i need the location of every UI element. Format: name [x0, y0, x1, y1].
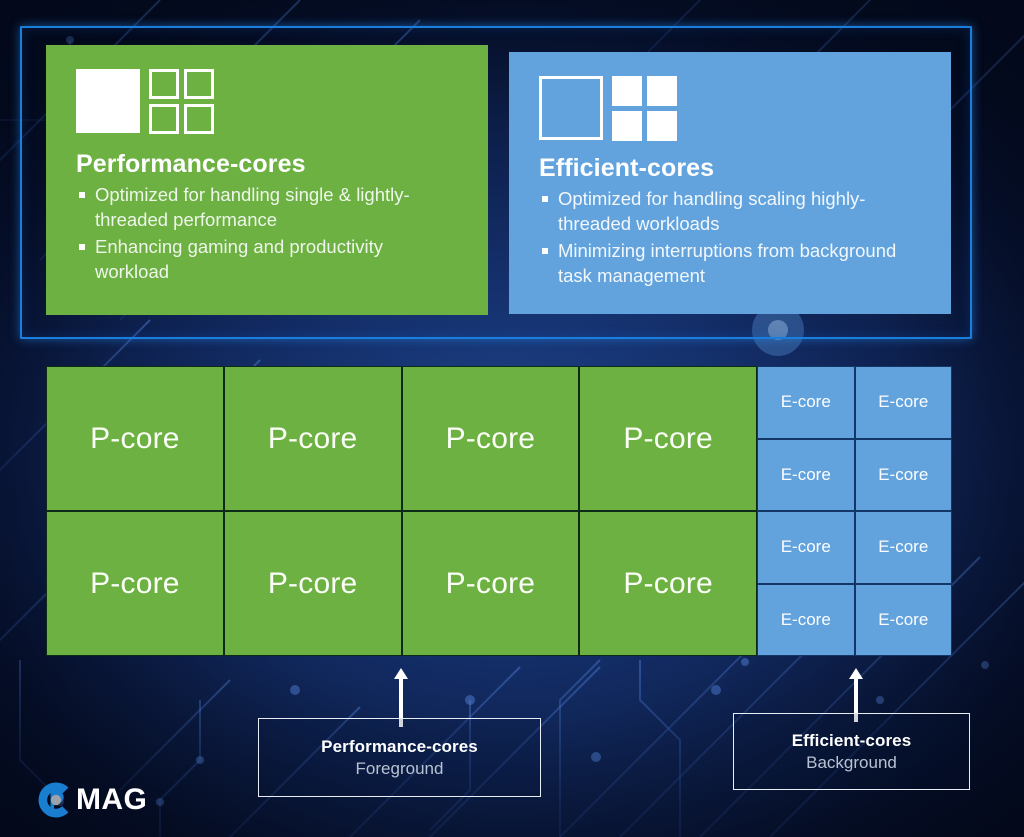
- small-square-icon: [647, 76, 677, 106]
- e-core-cell: E-core: [757, 511, 855, 584]
- four-small-squares-icon: [149, 69, 214, 134]
- big-outlined-square-with-four-filled-squares-icon: [539, 76, 925, 141]
- callout-title: Performance-cores: [321, 736, 478, 756]
- p-core-cell: P-core: [579, 511, 757, 656]
- efficient-cores-callout: Efficient-cores Background: [733, 713, 970, 790]
- large-square-icon: [539, 76, 603, 140]
- p-core-cell: P-core: [401, 511, 580, 656]
- list-item: Optimized for handling scaling highly-th…: [539, 187, 925, 236]
- p-core-cell: P-core: [579, 366, 757, 511]
- e-core-cell: E-core: [854, 511, 952, 584]
- efficient-cores-bullets: Optimized for handling scaling highly-th…: [539, 187, 925, 288]
- big-filled-square-with-four-outlined-squares-icon: [76, 69, 462, 134]
- p-core-cell: P-core: [46, 511, 224, 656]
- e-core-cell: E-core: [854, 366, 952, 439]
- list-item: Optimized for handling single & lightly-…: [76, 183, 462, 232]
- small-square-icon: [612, 76, 642, 106]
- callout-title: Efficient-cores: [791, 730, 912, 750]
- small-square-icon: [184, 104, 214, 134]
- performance-cores-callout: Performance-cores Foreground: [258, 718, 541, 797]
- p-core-cell: P-core: [223, 511, 402, 656]
- brand-logo: MAG: [36, 780, 147, 820]
- logo-wordmark: MAG: [76, 783, 148, 816]
- efficient-cores-title: Efficient-cores: [539, 154, 715, 182]
- list-item: Enhancing gaming and productivity worklo…: [76, 235, 462, 284]
- performance-cores-bullets: Optimized for handling single & lightly-…: [76, 183, 462, 284]
- small-square-icon: [612, 111, 642, 141]
- performance-cores-card: Performance-cores Optimized for handling…: [46, 45, 488, 315]
- e-core-grid: E-core E-core E-core E-core E-core E-cor…: [757, 366, 952, 656]
- small-square-icon: [149, 69, 179, 99]
- e-core-cell: E-core: [854, 583, 952, 656]
- callout-subtitle: Foreground: [355, 758, 444, 778]
- e-core-cell: E-core: [757, 366, 855, 439]
- e-core-cell: E-core: [757, 583, 855, 656]
- performance-cores-title: Performance-cores: [76, 150, 306, 178]
- c-circle-logo-icon: [36, 780, 76, 820]
- small-square-icon: [149, 104, 179, 134]
- list-item: Minimizing interruptions from background…: [539, 239, 925, 288]
- four-small-squares-icon: [612, 76, 677, 141]
- e-core-cell: E-core: [757, 438, 855, 511]
- large-square-icon: [76, 69, 140, 133]
- callout-subtitle: Background: [806, 752, 897, 772]
- p-core-cell: P-core: [401, 366, 580, 511]
- core-layout-diagram: P-core P-core P-core P-core P-core P-cor…: [46, 366, 952, 656]
- small-square-icon: [647, 111, 677, 141]
- p-core-cell: P-core: [46, 366, 224, 511]
- small-square-icon: [184, 69, 214, 99]
- e-core-cell: E-core: [854, 438, 952, 511]
- p-core-cell: P-core: [223, 366, 402, 511]
- p-core-grid: P-core P-core P-core P-core P-core P-cor…: [46, 366, 757, 656]
- efficient-cores-card: Efficient-cores Optimized for handling s…: [509, 52, 951, 314]
